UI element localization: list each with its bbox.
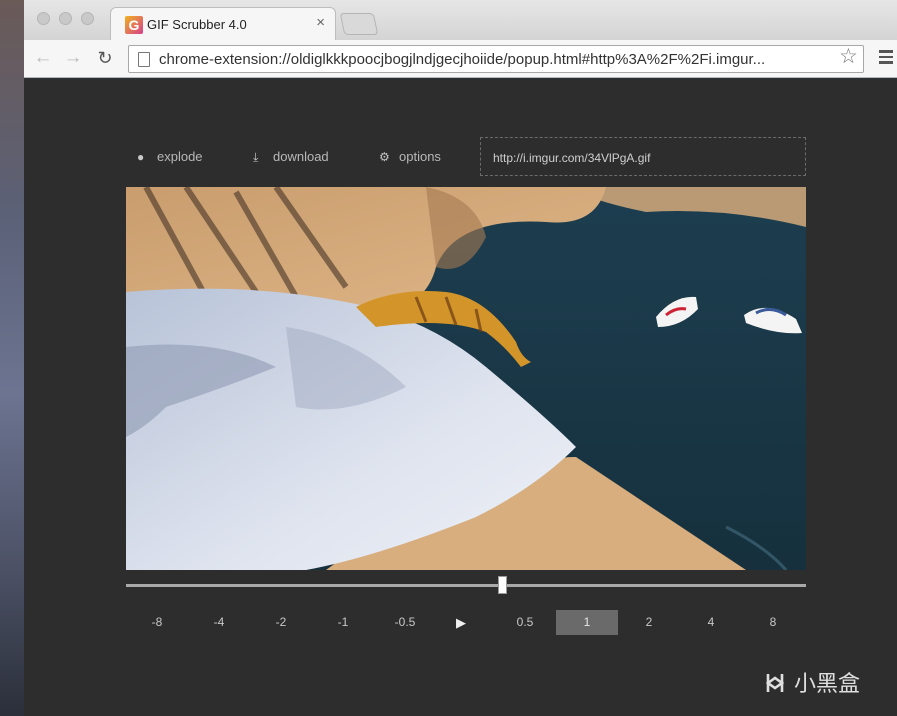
- new-tab-button[interactable]: [339, 13, 379, 35]
- back-arrow-icon[interactable]: ←: [32, 47, 54, 69]
- speed-button[interactable]: -2: [250, 610, 312, 635]
- options-label: options: [399, 149, 441, 164]
- desktop-background: [0, 0, 24, 716]
- gif-url-input[interactable]: http://i.imgur.com/34VlPgA.gif: [480, 137, 806, 176]
- speed-button[interactable]: -1: [312, 610, 374, 635]
- explode-button[interactable]: ● explode: [137, 149, 203, 164]
- tab-bar: G GIF Scrubber 4.0 ×: [24, 0, 897, 40]
- address-url[interactable]: chrome-extension://oldiglkkkpoocjbogjlnd…: [159, 51, 765, 68]
- play-icon[interactable]: ▶: [430, 610, 492, 635]
- forward-arrow-icon[interactable]: →: [62, 47, 84, 69]
- watermark: 小黑盒: [762, 666, 860, 698]
- speed-button[interactable]: -4: [188, 610, 250, 635]
- watermark-text: 小黑盒: [794, 671, 861, 696]
- download-label: download: [273, 149, 329, 164]
- speed-controls: -8 -4 -2 -1 -0.5 ▶ 0.5 1 2 4 8: [126, 610, 806, 635]
- address-bar[interactable]: chrome-extension://oldiglkkkpoocjbogjlnd…: [128, 45, 864, 73]
- gif-frame-image: [126, 187, 806, 570]
- download-icon: ⤓: [253, 150, 259, 164]
- bomb-icon: ●: [137, 150, 145, 164]
- close-window-button[interactable]: [37, 12, 50, 25]
- reload-icon[interactable]: ↻: [94, 47, 116, 69]
- minimize-window-button[interactable]: [59, 12, 72, 25]
- gif-frame-viewer[interactable]: [126, 187, 806, 570]
- options-button[interactable]: ⚙ options: [379, 149, 441, 164]
- zoom-window-button[interactable]: [81, 12, 94, 25]
- explode-label: explode: [157, 149, 203, 164]
- speed-button[interactable]: -0.5: [374, 610, 436, 635]
- gear-icon: ⚙: [379, 150, 390, 164]
- speed-button[interactable]: 1: [556, 610, 618, 635]
- heybox-logo-icon: [765, 674, 785, 692]
- speed-button[interactable]: 2: [618, 610, 680, 635]
- download-button[interactable]: ⤓ download: [253, 149, 329, 165]
- hamburger-menu-icon[interactable]: [879, 50, 893, 64]
- speed-button[interactable]: 4: [680, 610, 742, 635]
- bookmark-star-icon[interactable]: ☆: [839, 44, 858, 69]
- speed-button[interactable]: 0.5: [494, 610, 556, 635]
- speed-button[interactable]: 8: [742, 610, 804, 635]
- gif-scrubber-favicon: G: [125, 16, 143, 34]
- scrubber-handle[interactable]: [498, 576, 507, 594]
- browser-toolbar: ← → ↻ chrome-extension://oldiglkkkpoocjb…: [24, 40, 897, 78]
- scrubber-track[interactable]: [126, 584, 806, 587]
- tab-close-icon[interactable]: ×: [316, 14, 325, 31]
- speed-button[interactable]: -8: [126, 610, 188, 635]
- tab-title: GIF Scrubber 4.0: [147, 17, 247, 32]
- browser-tab[interactable]: G GIF Scrubber 4.0 ×: [110, 7, 336, 40]
- gif-scrubber-app: ● explode ⤓ download ⚙ options http://i.img…: [24, 79, 897, 716]
- page-icon: [138, 52, 150, 67]
